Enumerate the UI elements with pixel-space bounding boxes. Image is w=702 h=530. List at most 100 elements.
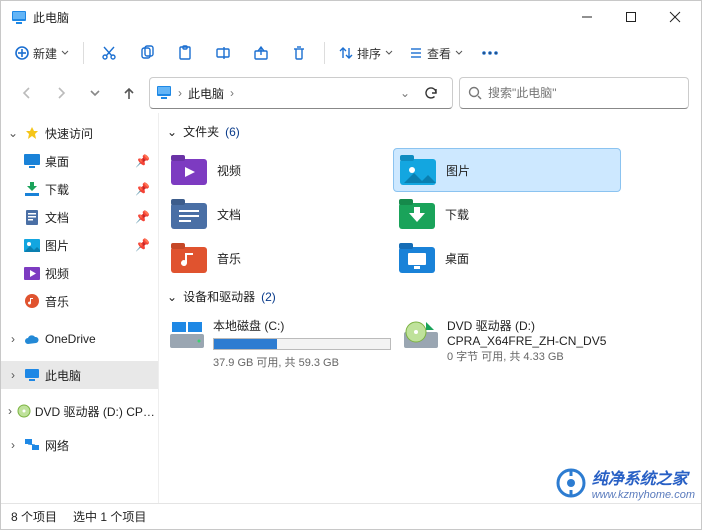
- sidebar-quick-access[interactable]: ⌄ 快速访问: [1, 119, 158, 147]
- chevron-down-icon[interactable]: ⌄: [400, 86, 410, 100]
- folder-desktop[interactable]: 桌面: [393, 236, 621, 280]
- refresh-button[interactable]: [416, 79, 446, 107]
- search-box[interactable]: [459, 77, 689, 109]
- copy-button[interactable]: [130, 38, 164, 68]
- picture-icon: [23, 239, 41, 252]
- divider: [83, 42, 84, 64]
- search-input[interactable]: [488, 86, 680, 100]
- drive-label: DVD 驱动器 (D:): [447, 317, 625, 334]
- group-folders[interactable]: ⌄ 文件夹 (6): [167, 123, 697, 140]
- caret-right-icon: ›: [7, 368, 19, 382]
- more-button[interactable]: [473, 38, 507, 68]
- status-bar: 8 个项目 选中 1 个项目: [1, 503, 701, 529]
- drive-icon: [169, 317, 205, 353]
- forward-button[interactable]: [47, 79, 75, 107]
- window-title: 此电脑: [33, 9, 69, 26]
- desktop-icon: [23, 154, 41, 168]
- folder-downloads[interactable]: 下载: [393, 192, 621, 236]
- sort-button[interactable]: 排序: [333, 38, 399, 68]
- nav-row: › 此电脑 › ⌄: [1, 73, 701, 113]
- network-icon: [23, 438, 41, 452]
- music-folder-icon: [171, 240, 207, 276]
- star-icon: [23, 126, 41, 140]
- maximize-button[interactable]: [609, 2, 653, 32]
- sidebar-onedrive[interactable]: ›OneDrive: [1, 325, 158, 353]
- share-button[interactable]: [244, 38, 278, 68]
- caret-right-icon: ›: [7, 404, 13, 418]
- folder-music[interactable]: 音乐: [165, 236, 393, 280]
- chevron-down-icon: ⌄: [167, 290, 177, 304]
- caret-down-icon: ⌄: [7, 126, 19, 140]
- recent-dropdown[interactable]: [81, 79, 109, 107]
- breadcrumb-segment[interactable]: 此电脑: [188, 85, 224, 102]
- group-count: (2): [261, 290, 276, 304]
- rename-button[interactable]: [206, 38, 240, 68]
- drive-sub: 37.9 GB 可用, 共 59.3 GB: [213, 354, 391, 370]
- sidebar-thispc[interactable]: ›此电脑: [1, 361, 158, 389]
- folders-grid: 视频 图片 文档 下载 音乐 桌面: [165, 148, 697, 280]
- sidebar-item-label: 快速访问: [45, 125, 93, 142]
- close-button[interactable]: [653, 2, 697, 32]
- chevron-down-icon: [385, 49, 393, 57]
- video-icon: [23, 267, 41, 280]
- command-bar: 新建 排序 查看: [1, 33, 701, 73]
- download-folder-icon: [399, 196, 435, 232]
- download-icon: [23, 182, 41, 196]
- sidebar-item-pictures[interactable]: 图片📌: [1, 231, 158, 259]
- group-count: (6): [225, 125, 240, 139]
- sidebar-network[interactable]: ›网络: [1, 431, 158, 459]
- status-selected: 选中 1 个项目: [73, 508, 146, 525]
- sidebar-item-downloads[interactable]: 下载📌: [1, 175, 158, 203]
- up-button[interactable]: [115, 79, 143, 107]
- group-drives[interactable]: ⌄ 设备和驱动器 (2): [167, 288, 697, 305]
- address-bar[interactable]: › 此电脑 › ⌄: [149, 77, 453, 109]
- group-title: 设备和驱动器: [183, 288, 255, 305]
- pin-icon: 📌: [135, 238, 150, 252]
- folder-pictures[interactable]: 图片: [393, 148, 621, 192]
- cut-button[interactable]: [92, 38, 126, 68]
- pin-icon: 📌: [135, 182, 150, 196]
- paste-button[interactable]: [168, 38, 202, 68]
- pin-icon: 📌: [135, 154, 150, 168]
- watermark: 纯净系统之家 www.kzmyhome.com: [556, 465, 695, 501]
- desktop-folder-icon: [399, 240, 435, 276]
- drive-c[interactable]: 本地磁盘 (C:) 37.9 GB 可用, 共 59.3 GB: [165, 313, 395, 374]
- new-label: 新建: [33, 45, 57, 62]
- folder-documents[interactable]: 文档: [165, 192, 393, 236]
- minimize-button[interactable]: [565, 2, 609, 32]
- caret-right-icon: ›: [7, 332, 19, 346]
- view-button[interactable]: 查看: [403, 38, 469, 68]
- search-icon: [468, 86, 482, 100]
- document-icon: [23, 210, 41, 225]
- drive-sub: 0 字节 可用, 共 4.33 GB: [447, 348, 625, 364]
- chevron-right-icon: ›: [230, 86, 234, 100]
- folder-videos[interactable]: 视频: [165, 148, 393, 192]
- sidebar-item-videos[interactable]: 视频: [1, 259, 158, 287]
- picture-folder-icon: [400, 152, 436, 188]
- back-button[interactable]: [13, 79, 41, 107]
- video-folder-icon: [171, 152, 207, 188]
- navigation-pane: ⌄ 快速访问 桌面📌 下载📌 文档📌 图片📌 视频 音乐 ›OneDrive ›…: [1, 113, 159, 503]
- disc-drive-icon: [403, 317, 439, 353]
- sidebar-item-documents[interactable]: 文档📌: [1, 203, 158, 231]
- sidebar-item-music[interactable]: 音乐: [1, 287, 158, 315]
- sidebar-dvd[interactable]: ›DVD 驱动器 (D:) CPRA_X64FRE_ZH-CN_DV5: [1, 397, 158, 425]
- chevron-down-icon: [61, 49, 69, 57]
- drives-grid: 本地磁盘 (C:) 37.9 GB 可用, 共 59.3 GB DVD 驱动器 …: [165, 313, 697, 374]
- new-button[interactable]: 新建: [9, 38, 75, 68]
- capacity-bar: [213, 338, 391, 350]
- this-pc-icon: [11, 9, 27, 25]
- title-bar: 此电脑: [1, 1, 701, 33]
- pin-icon: 📌: [135, 210, 150, 224]
- content-pane: ⌄ 文件夹 (6) 视频 图片 文档 下载 音乐 桌面 ⌄ 设备和驱动器 (2): [159, 113, 701, 503]
- this-pc-icon: [156, 84, 172, 103]
- watermark-icon: [556, 468, 586, 498]
- group-title: 文件夹: [183, 123, 219, 140]
- sort-label: 排序: [357, 45, 381, 62]
- delete-button[interactable]: [282, 38, 316, 68]
- sidebar-item-desktop[interactable]: 桌面📌: [1, 147, 158, 175]
- chevron-down-icon: [455, 49, 463, 57]
- cloud-icon: [23, 334, 41, 345]
- explorer-window: 此电脑 新建 排序 查看: [0, 0, 702, 530]
- drive-d[interactable]: DVD 驱动器 (D:) CPRA_X64FRE_ZH-CN_DV5 0 字节 …: [399, 313, 629, 374]
